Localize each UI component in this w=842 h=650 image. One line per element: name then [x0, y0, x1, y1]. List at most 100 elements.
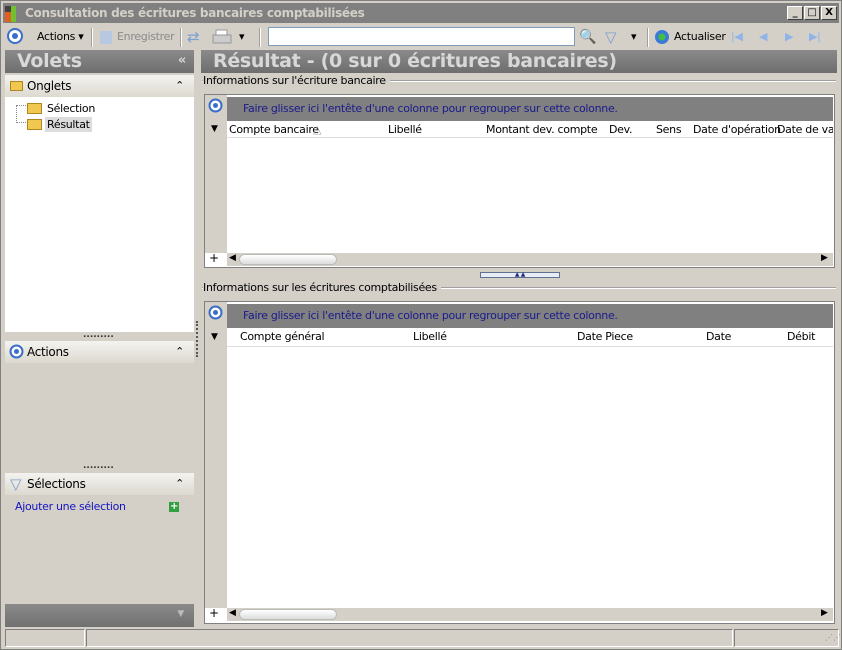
scroll-right-icon[interactable]: ▶	[821, 608, 828, 618]
tabs-tree: Sélection Résultat	[5, 97, 194, 332]
minimize-button[interactable]: _	[787, 6, 803, 20]
collapse-chevron-icon[interactable]: ⌃	[175, 75, 184, 97]
separator	[259, 28, 261, 47]
result-header: Résultat - (0 sur 0 écritures bancaires)	[201, 50, 837, 73]
search-icon[interactable]: 🔍	[579, 28, 596, 46]
collapse-chevron-icon[interactable]: ⌃	[175, 473, 184, 495]
splitter-handle[interactable]: .........	[83, 331, 114, 340]
refresh-button[interactable]: Actualiser	[674, 28, 726, 46]
scroll-left-icon[interactable]: ◀	[229, 608, 236, 618]
bank-entry-grid: Faire glisser ici l'entête d'une colonne…	[204, 94, 835, 268]
tree-item-selection[interactable]: Sélection	[27, 101, 222, 117]
print-dropdown-icon[interactable]: ▾	[239, 28, 245, 46]
next-record-icon[interactable]: ▶	[785, 28, 793, 46]
add-row-icon[interactable]: +	[209, 251, 219, 265]
column-header[interactable]: Sens	[656, 121, 682, 138]
status-panel	[86, 629, 733, 647]
result-title: Résultat - (0 sur 0 écritures bancaires)	[213, 50, 617, 72]
grid-splitter[interactable]: ▲ ▲	[480, 272, 560, 278]
onglets-header[interactable]: Onglets ⌃	[5, 75, 194, 97]
add-row-icon[interactable]: +	[209, 606, 219, 620]
grid2-label: Informations sur les écritures comptabil…	[203, 281, 441, 294]
separator	[647, 28, 649, 47]
scroll-thumb[interactable]	[239, 254, 337, 265]
column-header[interactable]: Libellé	[413, 328, 447, 345]
sync-icon[interactable]: ⇄	[187, 28, 200, 46]
pane-menu-chevron-icon[interactable]: ▼	[177, 609, 184, 619]
column-header-row: Compte général Libellé Date Piece Date D…	[227, 328, 833, 347]
column-header[interactable]: Dev.	[609, 121, 633, 138]
tree-item-label: Résultat	[45, 117, 92, 132]
group-by-area[interactable]: Faire glisser ici l'entête d'une colonne…	[227, 97, 833, 121]
group-by-area[interactable]: Faire glisser ici l'entête d'une colonne…	[227, 304, 833, 328]
column-header[interactable]: Date	[706, 328, 731, 345]
column-header[interactable]: Compte bancaire	[229, 121, 319, 138]
filter-dropdown-icon[interactable]: ▾	[631, 28, 637, 46]
save-icon	[100, 31, 112, 44]
onglets-label: Onglets	[27, 79, 72, 93]
actions-menu[interactable]: Actions ▾	[37, 28, 84, 46]
status-panel	[734, 629, 839, 647]
column-header[interactable]: Débit	[787, 328, 815, 345]
horizontal-scrollbar[interactable]: + ◀ ▶	[209, 606, 833, 621]
add-selection-link[interactable]: Ajouter une sélection	[15, 500, 126, 513]
scroll-thumb[interactable]	[239, 609, 337, 620]
refresh-icon	[655, 30, 669, 44]
column-header[interactable]: Libellé	[388, 121, 422, 138]
status-panel	[5, 629, 85, 647]
selections-header[interactable]: ▽ Sélections ⌃	[5, 473, 194, 495]
vertical-splitter[interactable]	[196, 321, 199, 357]
horizontal-scrollbar[interactable]: + ◀ ▶	[209, 251, 833, 266]
grid-options-icon[interactable]	[208, 305, 223, 320]
scroll-left-icon[interactable]: ◀	[229, 253, 236, 263]
open-folder-icon	[27, 119, 42, 130]
tree-item-resultat[interactable]: Résultat	[27, 117, 97, 133]
app-icon	[5, 6, 16, 22]
filter-icon: ▽	[10, 475, 22, 493]
print-icon[interactable]	[212, 29, 232, 45]
folder-icon	[10, 81, 23, 91]
collapse-chevron-icon[interactable]: ⌃	[175, 341, 184, 363]
column-chooser-icon[interactable]: ▼	[211, 332, 218, 342]
filter-icon[interactable]: ▽	[605, 28, 617, 46]
actions-label: Actions	[37, 30, 76, 43]
collapse-pane-button[interactable]: «	[178, 50, 186, 72]
column-header[interactable]: Montant dev. compte	[486, 121, 598, 138]
actions-header[interactable]: Actions ⌃	[5, 341, 194, 363]
separator	[180, 28, 182, 47]
column-chooser-icon[interactable]: ▼	[211, 124, 218, 134]
search-input[interactable]	[268, 27, 575, 46]
folder-icon	[27, 103, 42, 114]
first-record-icon[interactable]: |◀	[731, 28, 743, 46]
maximize-button[interactable]: □	[804, 6, 820, 20]
scroll-right-icon[interactable]: ▶	[821, 253, 828, 263]
close-button[interactable]: X	[821, 6, 837, 20]
toolbar: Actions ▾ Enregistrer ⇄ ▾ 🔍 ▽ ▾ Actualis…	[3, 25, 839, 48]
grid-options-icon[interactable]	[208, 98, 223, 113]
column-header[interactable]: Date Piece	[577, 328, 633, 345]
actions-pane-label: Actions	[27, 345, 69, 359]
add-icon[interactable]: +	[169, 502, 179, 512]
grid1-label: Informations sur l'écriture bancaire	[203, 74, 390, 87]
accounting-entries-grid: Faire glisser ici l'entête d'une colonne…	[204, 301, 835, 624]
resize-grip-icon[interactable]: ⋰⋰	[825, 633, 841, 642]
selections-label: Sélections	[27, 477, 86, 491]
volets-header: Volets «	[5, 50, 194, 73]
volets-title: Volets	[17, 50, 82, 72]
title-bar: Consultation des écritures bancaires com…	[3, 3, 839, 23]
menu-circle-icon[interactable]	[7, 28, 23, 44]
column-header[interactable]: Date de valeur	[777, 121, 833, 138]
actions-icon	[9, 344, 24, 359]
separator	[91, 28, 93, 47]
sort-ascending-icon: △	[313, 123, 322, 136]
pane-footer: ▼	[5, 604, 194, 627]
tree-item-label: Sélection	[47, 102, 95, 115]
column-header[interactable]: Date d'opération	[693, 121, 781, 138]
splitter-handle[interactable]: .........	[83, 462, 114, 471]
window-title: Consultation des écritures bancaires com…	[25, 6, 365, 20]
last-record-icon[interactable]: ▶|	[809, 28, 821, 46]
previous-record-icon[interactable]: ◀	[759, 28, 767, 46]
window: Consultation des écritures bancaires com…	[0, 0, 842, 650]
save-button[interactable]: Enregistrer	[117, 28, 175, 46]
column-header[interactable]: Compte général	[240, 328, 325, 345]
